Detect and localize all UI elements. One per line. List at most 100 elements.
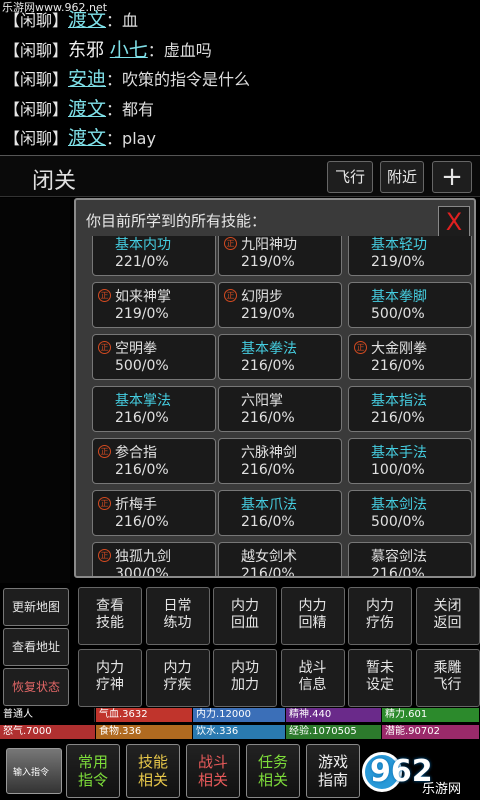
skill-cell[interactable]: 基本拳脚 500/0% — [348, 282, 472, 328]
bottom-menu-button[interactable]: 常用 指令 — [66, 744, 120, 798]
chat-log: 【闲聊】渡文：血 【闲聊】东邪 小七：虚血吗 【闲聊】安迪：吹策的指令是什么 【闲聊】… — [0, 6, 480, 154]
bottom-menu-button[interactable]: 战斗 相关 — [186, 744, 240, 798]
action-button[interactable]: 内力 疗神 — [78, 649, 142, 707]
action-button[interactable]: 关闭 返回 — [415, 587, 480, 645]
skill-name: 慕容剑法 — [371, 549, 427, 565]
skill-cell[interactable]: 正折梅手 216/0% — [92, 490, 216, 536]
skill-cell[interactable]: 基本手法 100/0% — [348, 438, 472, 484]
site-logo: 962 乐游网 — [360, 752, 476, 798]
skill-cell[interactable]: 基本轻功 219/0% — [348, 236, 472, 276]
action-label-2: 回血 — [231, 615, 259, 631]
action-button[interactable]: 内功 加力 — [213, 649, 277, 707]
chat-channel: 【闲聊】 — [4, 70, 69, 89]
skill-name: 幻阴步 — [241, 289, 283, 305]
action-label-1: 内力 — [96, 660, 124, 676]
skill-cell[interactable]: 六脉神剑 216/0% — [218, 438, 342, 484]
chat-player-name[interactable]: 小七 — [110, 39, 148, 61]
bottom-menu-button[interactable]: 技能 相关 — [126, 744, 180, 798]
chat-prefix: 东邪 — [68, 39, 110, 61]
skill-name: 基本剑法 — [371, 497, 427, 513]
skill-cell[interactable]: 基本指法 216/0% — [348, 386, 472, 432]
skill-level: 216/0% — [115, 410, 169, 426]
watermark: 乐游网www.962.net — [2, 1, 108, 14]
skill-name: 基本内功 — [115, 237, 171, 253]
view-address-button[interactable]: 查看地址 — [3, 628, 69, 666]
skill-level: 216/0% — [371, 410, 425, 426]
chat-player-name[interactable]: 安迪 — [68, 68, 106, 90]
action-button[interactable]: 内力 疗疾 — [145, 649, 210, 707]
input-command-button[interactable]: 输入指令 — [6, 748, 62, 794]
skill-cell[interactable]: 正幻阴步 219/0% — [218, 282, 342, 328]
action-label-2: 疗疾 — [163, 677, 192, 693]
skill-level: 216/0% — [115, 462, 169, 478]
plus-button[interactable]: + — [432, 161, 472, 193]
chat-line: 【闲聊】安迪：吹策的指令是什么 — [0, 65, 480, 95]
action-label-2: 疗伤 — [366, 615, 394, 631]
action-button[interactable]: 内力 回精 — [280, 587, 345, 645]
action-button[interactable]: 乘雕 飞行 — [415, 649, 480, 707]
skill-name: 越女剑术 — [241, 549, 297, 565]
special-badge-icon: 正 — [98, 549, 111, 562]
special-badge-icon: 正 — [354, 341, 367, 354]
action-button[interactable]: 内力 疗伤 — [348, 587, 412, 645]
special-badge-icon: 正 — [98, 341, 111, 354]
nearby-button[interactable]: 附近 — [380, 161, 424, 193]
action-label-2: 加力 — [231, 677, 259, 693]
special-badge-icon: 正 — [224, 289, 237, 302]
stat-item: 怒气.7000 — [0, 725, 95, 739]
bottom-menu-button[interactable]: 游戏 指南 — [306, 744, 360, 798]
skill-name: 基本指法 — [371, 393, 427, 409]
skill-cell[interactable]: 慕容剑法 216/0% — [348, 542, 472, 576]
skill-name: 基本拳法 — [241, 341, 297, 357]
bottom-menu-label-2: 相关 — [197, 771, 228, 789]
skill-cell[interactable]: 正如来神掌 219/0% — [92, 282, 216, 328]
skill-cell[interactable]: 基本内功 221/0% — [92, 236, 216, 276]
skill-cell[interactable]: 基本拳法 216/0% — [218, 334, 342, 380]
chat-message: ：吹策的指令是什么 — [106, 70, 251, 89]
action-button[interactable]: 查看 技能 — [78, 587, 142, 645]
skill-cell[interactable]: 基本剑法 500/0% — [348, 490, 472, 536]
skill-cell[interactable]: 基本掌法 216/0% — [92, 386, 216, 432]
skill-level: 300/0% — [115, 566, 169, 576]
side-panel — [0, 198, 70, 583]
skill-cell[interactable]: 正参合指 216/0% — [92, 438, 216, 484]
action-label-1: 关闭 — [433, 598, 462, 614]
action-label-2: 回精 — [298, 615, 327, 631]
stat-item: 普通人 — [0, 708, 95, 722]
stat-item: 精神.440 — [286, 708, 381, 722]
skill-level: 216/0% — [241, 410, 295, 426]
skill-level: 216/0% — [241, 514, 295, 530]
fly-button[interactable]: 飞行 — [327, 161, 373, 193]
update-map-button[interactable]: 更新地图 — [3, 588, 69, 626]
skill-level: 216/0% — [241, 358, 295, 374]
action-button[interactable]: 日常 练功 — [145, 587, 210, 645]
action-button[interactable]: 内力 回血 — [213, 587, 277, 645]
skill-cell[interactable]: 六阳掌 216/0% — [218, 386, 342, 432]
skill-cell[interactable]: 正九阳神功 219/0% — [218, 236, 342, 276]
skill-cell[interactable]: 越女剑术 216/0% — [218, 542, 342, 576]
skill-name: 如来神掌 — [115, 289, 171, 305]
skill-cell[interactable]: 正空明拳 500/0% — [92, 334, 216, 380]
location-title: 闭关 — [32, 169, 77, 194]
chat-player-name[interactable]: 渡文 — [68, 98, 106, 120]
bottom-menu-button[interactable]: 任务 相关 — [246, 744, 300, 798]
chat-message: ：虚血吗 — [147, 40, 212, 60]
special-badge-icon: 正 — [98, 289, 111, 302]
action-button[interactable]: 战斗 信息 — [280, 649, 345, 707]
skill-cell[interactable]: 正大金刚拳 216/0% — [348, 334, 472, 380]
skill-name: 六阳掌 — [241, 393, 283, 409]
skill-level: 221/0% — [115, 254, 169, 270]
location-bar: 闭关 飞行 附近 + — [0, 155, 480, 197]
action-button[interactable]: 暂未 设定 — [348, 649, 412, 707]
restore-status-button[interactable]: 恢复状态 — [3, 668, 69, 706]
action-label-1: 内功 — [231, 660, 259, 676]
close-icon[interactable]: X — [438, 206, 470, 238]
action-label-1: 暂未 — [366, 660, 394, 676]
chat-line: 【闲聊】渡文：play — [0, 124, 480, 154]
skill-cell[interactable]: 正独孤九剑 300/0% — [92, 542, 216, 576]
action-label-1: 内力 — [366, 598, 394, 614]
chat-channel: 【闲聊】 — [4, 129, 69, 148]
action-label-2: 练功 — [163, 615, 192, 631]
skill-cell[interactable]: 基本爪法 216/0% — [218, 490, 342, 536]
chat-player-name[interactable]: 渡文 — [68, 127, 106, 149]
